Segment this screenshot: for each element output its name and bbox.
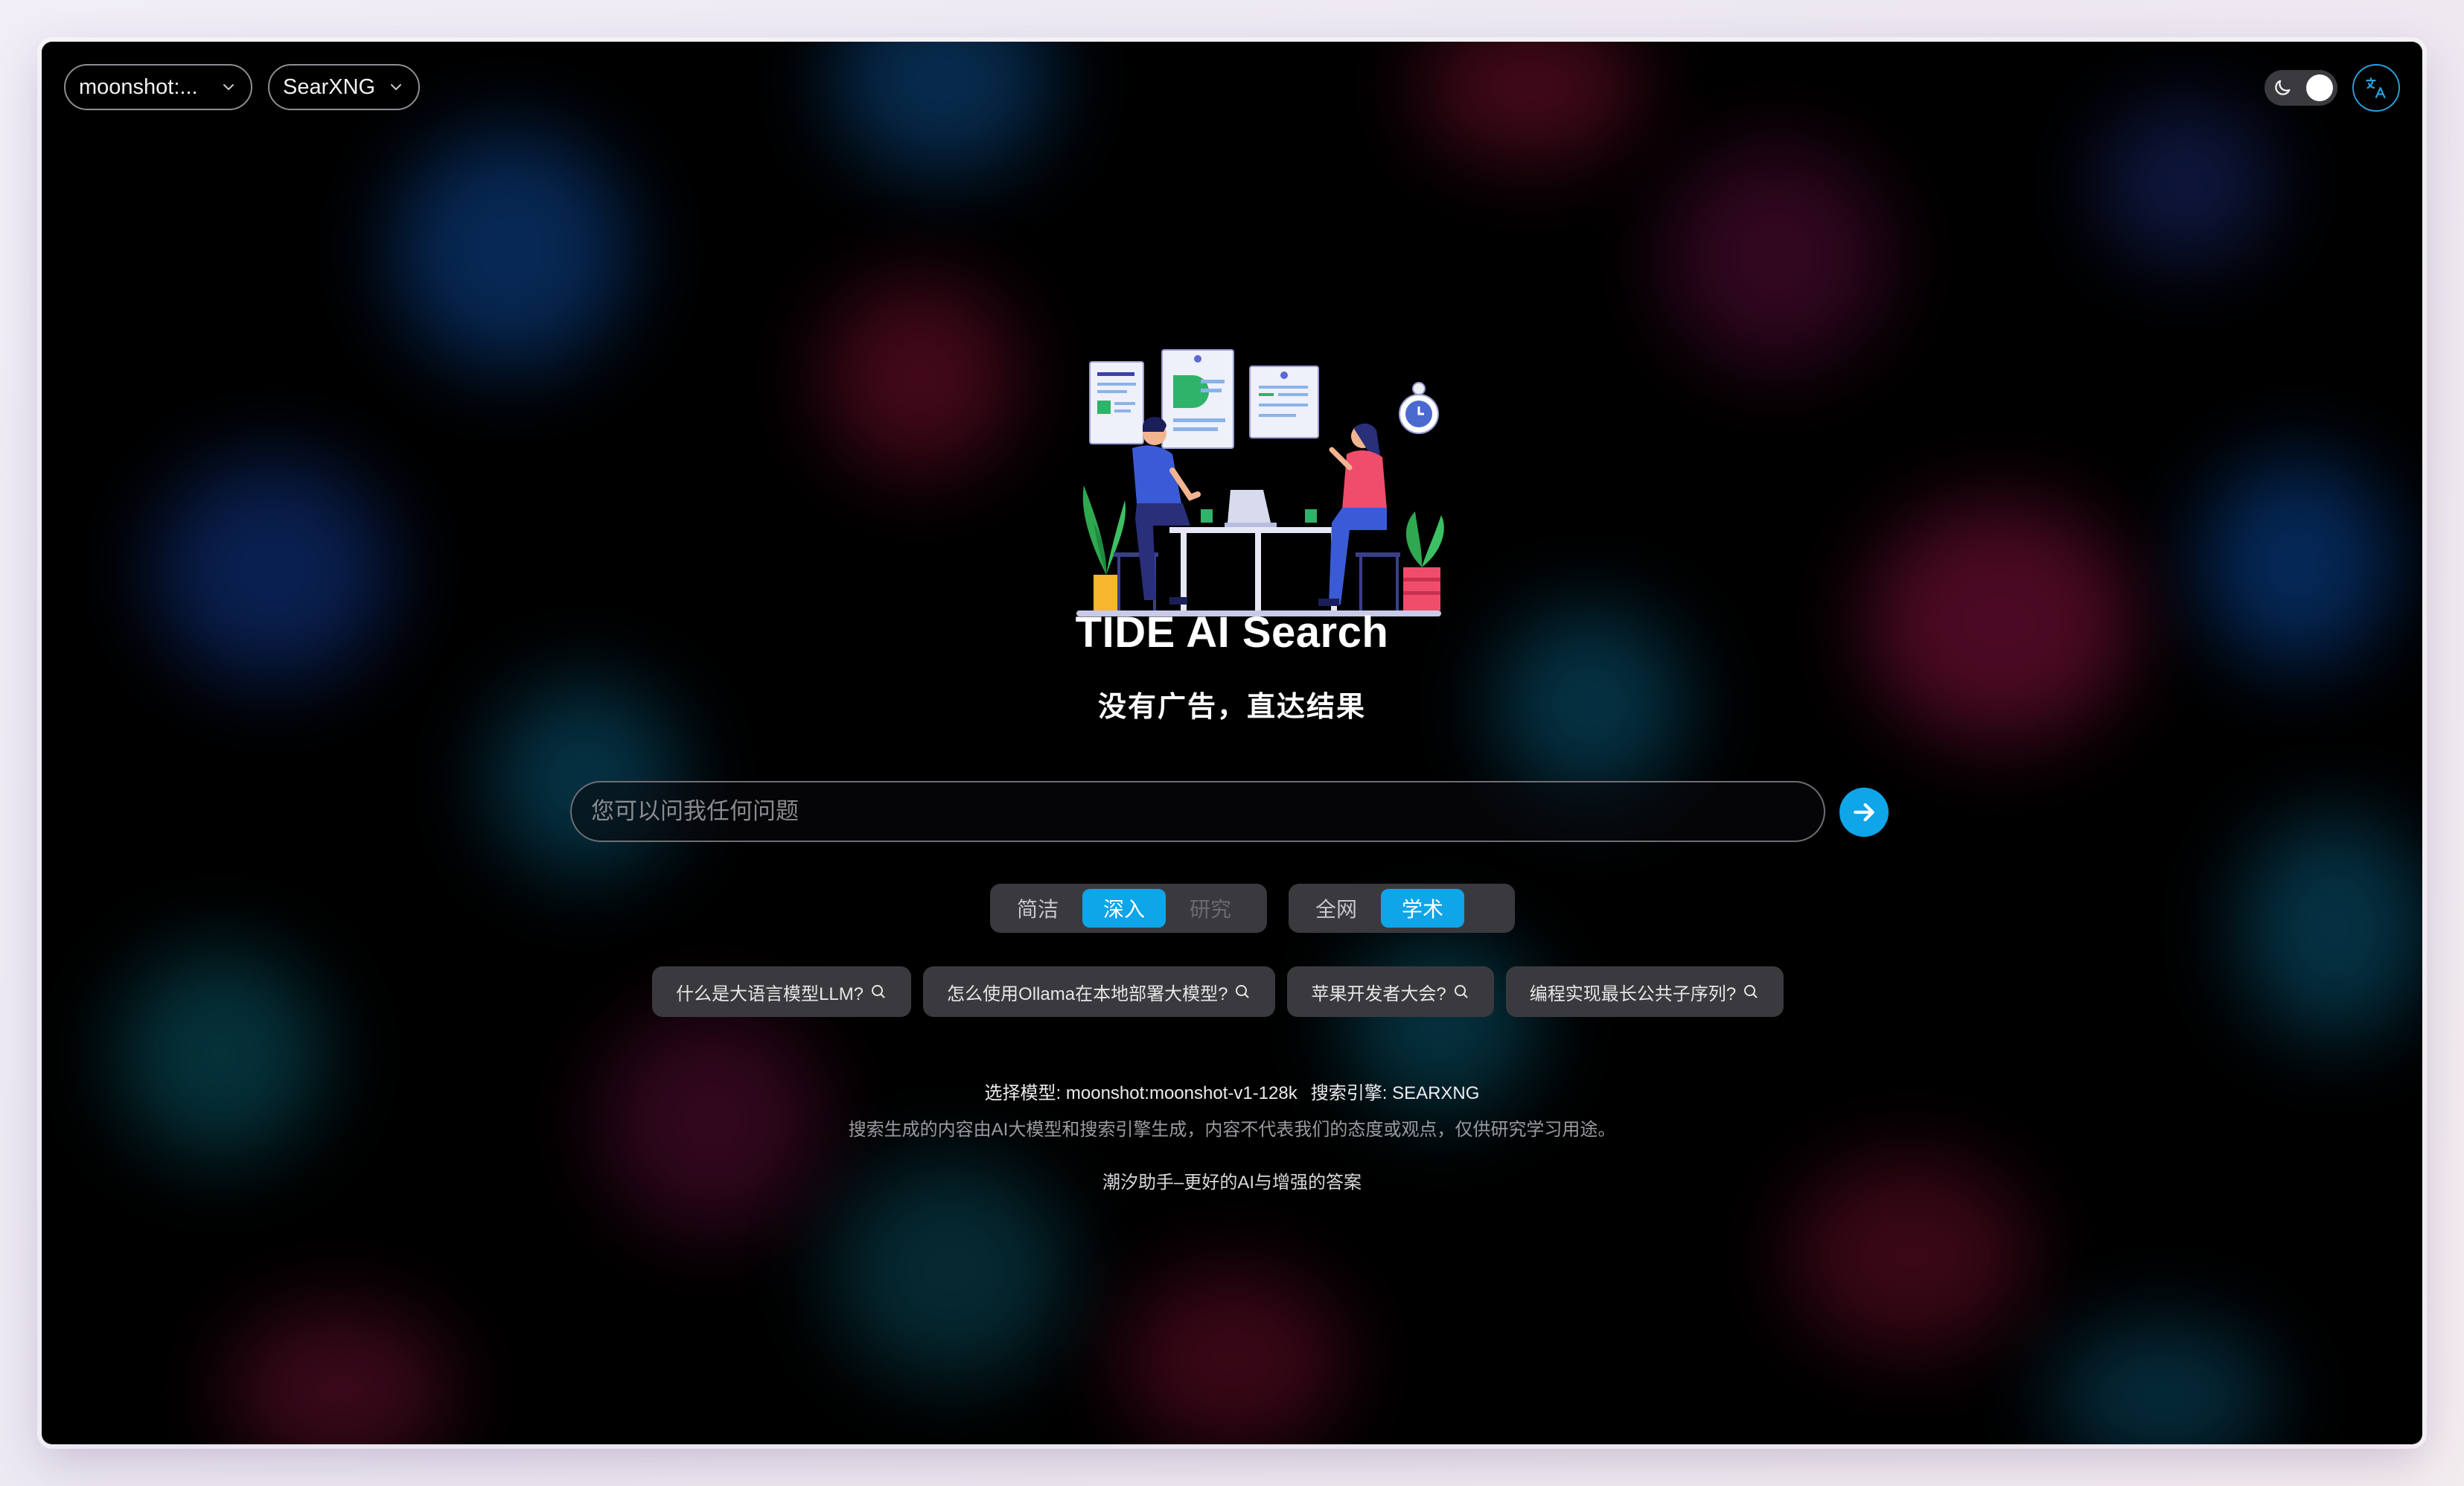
tagline-text: 潮汐助手–更好的AI与增强的答案 — [1102, 1173, 1362, 1193]
selected-engine-text: 搜索引擎: SEARXNG — [1310, 1083, 1480, 1103]
hero-illustration — [1076, 349, 1444, 616]
suggestion-chip[interactable]: 怎么使用Ollama在本地部署大模型? — [923, 966, 1276, 1017]
moon-icon — [2275, 80, 2291, 95]
selection-info: 选择模型: moonshot:moonshot-v1-128k 搜索引擎: SEA… — [42, 1078, 2422, 1104]
model-select-value: moonshot:... — [79, 74, 198, 99]
chevron-down-icon — [223, 84, 234, 90]
page-subtitle: 没有广告，直达结果 — [1097, 692, 1366, 723]
suggestion-chip[interactable]: 编程实现最长公共子序列? — [1505, 966, 1784, 1017]
search-icon — [872, 985, 885, 998]
model-select[interactable]: moonshot:... — [64, 64, 252, 110]
translate-icon — [2366, 77, 2386, 98]
suggestion-chip[interactable]: 什么是大语言模型LLM? — [652, 966, 912, 1017]
mode-option-deep[interactable]: 深入 — [1082, 889, 1166, 928]
disclaimer-text: 搜索生成的内容由AI大模型和搜索引擎生成，内容不代表我们的态度或观点，仅供研究学… — [848, 1120, 1616, 1140]
background-glow — [42, 42, 2422, 1444]
arrow-right-icon — [1854, 803, 1874, 822]
search-icon — [1454, 985, 1468, 998]
scope-option-web[interactable]: 全网 — [1295, 889, 1378, 928]
suggestion-label: 怎么使用Ollama在本地部署大模型? — [947, 983, 1228, 1004]
suggestion-label: 什么是大语言模型LLM? — [676, 983, 864, 1004]
search-input[interactable] — [572, 782, 1824, 841]
suggestion-chip[interactable]: 苹果开发者大会? — [1287, 966, 1494, 1017]
search-icon — [1236, 985, 1249, 998]
toggle-knob — [2306, 74, 2333, 101]
suggestion-label: 苹果开发者大会? — [1311, 983, 1446, 1004]
engine-select-value: SearXNG — [283, 74, 376, 99]
search-box — [570, 781, 1825, 842]
selected-model-text: 选择模型: moonshot:moonshot-v1-128k — [984, 1083, 1298, 1103]
mode-option-research[interactable]: 研究 — [1169, 889, 1252, 928]
language-switch-button[interactable] — [2352, 64, 2400, 112]
page-title: TIDE AI Search — [1075, 608, 1389, 657]
search-icon — [1744, 985, 1758, 998]
app-window: moonshot:... SearXNG TIDE AI Search 没有广告… — [42, 42, 2422, 1444]
suggestion-list: 什么是大语言模型LLM? 怎么使用Ollama在本地部署大模型? 苹果开发者大会… — [652, 966, 1784, 1017]
chevron-down-icon — [391, 84, 401, 90]
search-submit-button[interactable] — [1839, 788, 1889, 837]
scope-option-academic[interactable]: 学术 — [1381, 889, 1465, 928]
mode-option-concise[interactable]: 简洁 — [996, 889, 1079, 928]
suggestion-label: 编程实现最长公共子序列? — [1529, 983, 1737, 1004]
search-engine-select[interactable]: SearXNG — [268, 64, 420, 110]
search-scope-segment: 全网 学术 — [1289, 884, 1515, 933]
search-mode-segment: 简洁 深入 研究 — [990, 884, 1267, 933]
theme-toggle[interactable] — [2264, 70, 2337, 106]
